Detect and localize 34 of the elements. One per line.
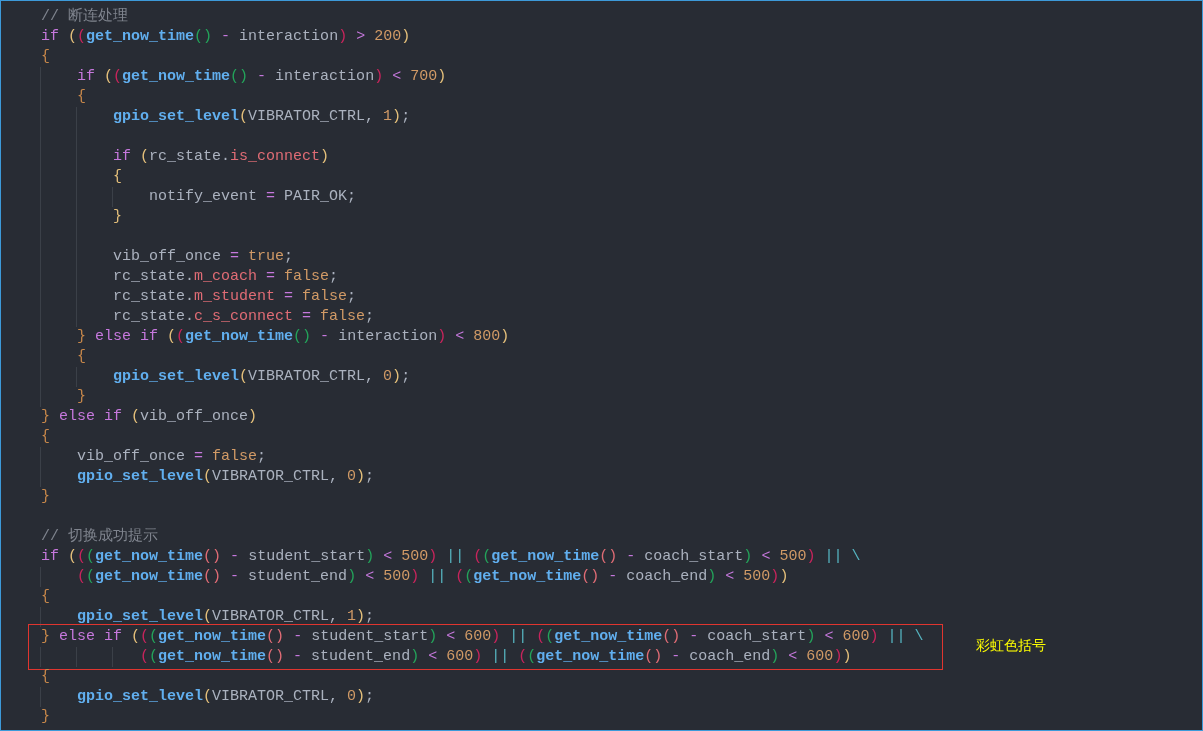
code-comment: // 断连处理: [41, 8, 128, 25]
code-line: if ((get_now_time() - interaction) < 700): [76, 68, 447, 85]
code-line: {: [41, 668, 50, 685]
code-line: rc_state.m_student = false;: [112, 288, 357, 305]
code-line: gpio_set_level(VIBRATOR_CTRL, 0);: [76, 688, 375, 705]
code-line: {: [76, 348, 86, 365]
code-line: vib_off_once = false;: [76, 448, 267, 465]
code-line: }: [41, 488, 50, 505]
code-line: rc_state.c_s_connect = false;: [112, 308, 375, 325]
code-line: gpio_set_level(VIBRATOR_CTRL, 1);: [112, 108, 411, 125]
code-line: }: [41, 708, 50, 725]
code-line: if (rc_state.is_connect): [112, 148, 330, 165]
code-line: } else if ((get_now_time() - interaction) < 800): [76, 328, 510, 345]
code-line: if (((get_now_time() - student_start) < 500) || ((get_now_time() - coach_start) < 500) || \: [41, 548, 861, 565]
code-line: }: [76, 388, 86, 405]
code-line: } else if (vib_off_once): [41, 408, 258, 425]
code-line: if ((get_now_time() - interaction) > 200): [41, 28, 411, 45]
annotation-text: 彩虹色括号: [976, 636, 1046, 654]
code-line: {: [41, 428, 50, 445]
code-line: }: [112, 208, 122, 225]
code-line: {: [112, 168, 122, 185]
code-line: notify_event = PAIR_OK;: [148, 188, 357, 205]
code-line: } else if (((get_now_time() - student_start) < 600) || ((get_now_time() - coach_start) < 600) || \: [41, 628, 924, 645]
code-line: rc_state.m_coach = false;: [112, 268, 339, 285]
code-line: {: [76, 88, 86, 105]
code-comment: // 切换成功提示: [41, 528, 158, 545]
code-line: gpio_set_level(VIBRATOR_CTRL, 0);: [112, 368, 411, 385]
code-line: ((get_now_time() - student_end) < 600) || ((get_now_time() - coach_end) < 600)): [139, 648, 852, 665]
code-line: gpio_set_level(VIBRATOR_CTRL, 1);: [76, 608, 375, 625]
code-line: {: [41, 48, 50, 65]
code-line: gpio_set_level(VIBRATOR_CTRL, 0);: [76, 468, 375, 485]
code-line: ((get_now_time() - student_end) < 500) || ((get_now_time() - coach_end) < 500)): [76, 568, 789, 585]
code-line: vib_off_once = true;: [112, 248, 294, 265]
code-line: {: [41, 588, 50, 605]
